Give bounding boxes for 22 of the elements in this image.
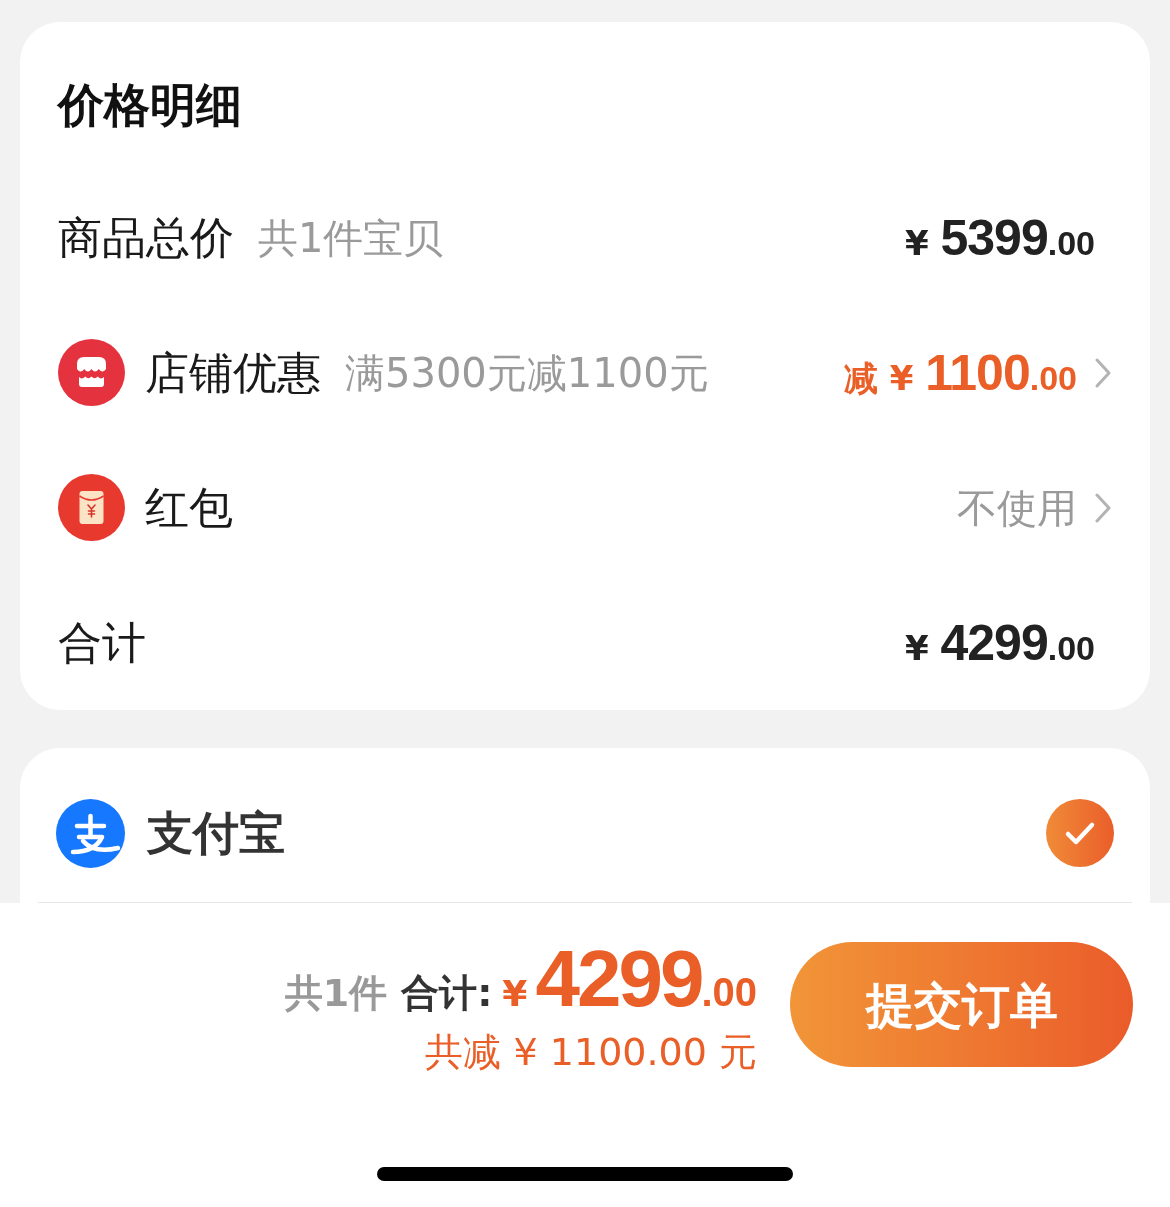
row-label: 商品总价 xyxy=(58,215,234,260)
row-note: 满5300元减1100元 xyxy=(345,352,709,393)
item-count: 共1件 xyxy=(284,973,388,1012)
price-amount: 减 ¥ 1100.00 xyxy=(843,347,1077,398)
payment-method-name[interactable]: 支付宝 xyxy=(147,810,285,856)
chevron-right-icon xyxy=(1094,491,1112,524)
total-label: 合计: xyxy=(401,973,493,1012)
option-value: 不使用 xyxy=(957,487,1077,528)
price-amount: ¥ 5399.00 xyxy=(905,212,1095,263)
price-amount: ¥ 4299.00 xyxy=(905,617,1095,668)
chevron-right-icon xyxy=(1094,356,1112,389)
row-note: 共1件宝贝 xyxy=(258,217,444,258)
total-price: ¥4299.00 xyxy=(502,938,757,1019)
row-label: 合计 xyxy=(58,620,146,665)
payment-logo-icon xyxy=(56,798,125,868)
store-icon xyxy=(58,339,125,406)
savings-text: 共减 ¥ 1100.00 元 xyxy=(425,1032,757,1071)
envelope-icon xyxy=(58,474,125,541)
row-label: 红包 xyxy=(145,485,233,530)
row-label: 店铺优惠 xyxy=(145,350,321,395)
checkmark-icon[interactable] xyxy=(1046,799,1114,867)
section-title: 价格明细 xyxy=(58,82,242,128)
